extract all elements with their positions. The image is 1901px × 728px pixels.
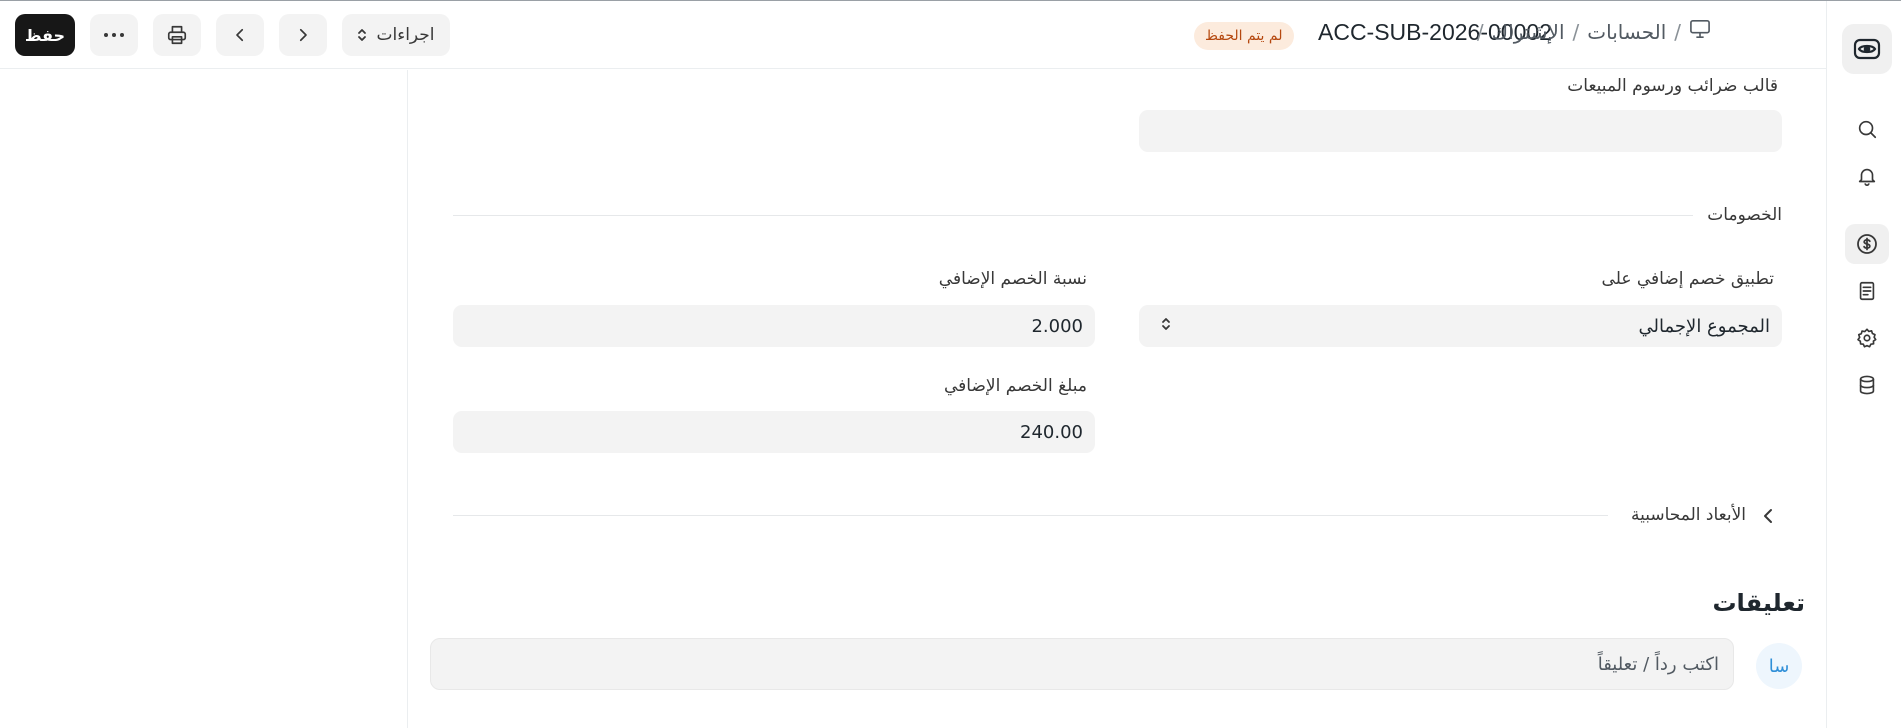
sidebar-rail [1826,1,1901,728]
sort-arrows-icon [357,27,367,43]
print-button[interactable] [153,14,201,56]
comments-title: تعليقات [1712,589,1805,617]
bell-icon[interactable] [1845,156,1889,196]
tax-template-label: قالب ضرائب ورسوم المبيعات [1567,76,1778,96]
sort-arrows-icon [1161,315,1171,338]
content-left-border [407,70,408,728]
breadcrumb-separator: / [1572,19,1580,44]
apply-discount-on-label: تطبيق خصم إضافي على [1601,269,1774,289]
apply-discount-on-value: المجموع الإجمالي [1638,315,1770,337]
chevron-left-icon [231,26,249,44]
section-divider [453,215,1693,216]
gear-icon[interactable] [1845,318,1889,358]
discount-amount-field[interactable]: 240.00 [453,411,1095,453]
chevron-right-icon [294,26,312,44]
previous-document-button[interactable] [216,14,264,56]
avatar: سا [1756,643,1802,689]
actions-dropdown[interactable]: اجراءات [342,14,450,56]
app-logo-icon[interactable] [1842,24,1892,74]
breadcrumb-subscription[interactable]: الإشتراك [1492,20,1565,44]
breadcrumb-separator: / [1674,19,1681,44]
discount-percentage-label: نسبة الخصم الإضافي [938,269,1087,289]
breadcrumb-accounts[interactable]: الحسابات [1587,20,1666,44]
more-horizontal-icon [103,32,125,38]
breadcrumb: / الحسابات / الإشتراك / [1477,19,1711,44]
actions-label: اجراءات [376,25,435,45]
chevron-left-icon[interactable] [1760,506,1776,530]
tax-template-field[interactable] [1139,110,1782,152]
discount-amount-label: مبلغ الخصم الإضافي [944,376,1087,396]
breadcrumb-separator: / [1476,19,1484,44]
monitor-icon[interactable] [1689,19,1711,44]
section-divider [453,515,1608,516]
discounts-section-title: الخصومات [1707,205,1782,225]
document-icon[interactable] [1845,271,1889,311]
page-header: حفظ اجراءات لم يتم الحفظ ACC-SUB-2026-00… [0,1,1826,69]
next-document-button[interactable] [279,14,327,56]
printer-icon [166,24,188,46]
dollar-icon[interactable] [1845,224,1889,264]
search-icon[interactable] [1845,109,1889,149]
comment-input[interactable]: اكتب رداً / تعليقاً [430,638,1734,690]
more-options-button[interactable] [90,14,138,56]
save-button[interactable]: حفظ [15,14,75,56]
database-icon[interactable] [1845,365,1889,405]
discount-percentage-field[interactable]: 2.000 [453,305,1095,347]
status-badge: لم يتم الحفظ [1194,22,1294,50]
accounting-dimensions-section-title[interactable]: الأبعاد المحاسبية [1631,505,1746,525]
apply-discount-on-select[interactable]: المجموع الإجمالي [1139,305,1782,347]
